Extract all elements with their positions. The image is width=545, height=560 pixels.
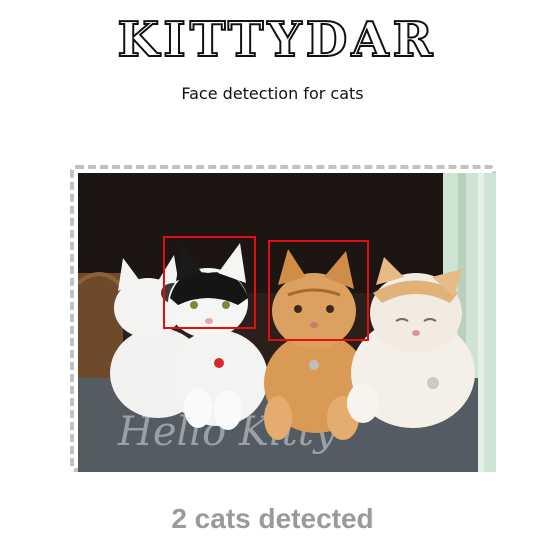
image-drop-zone[interactable]: Hello Kitty (70, 165, 496, 472)
logo-text: KITTYDAR (118, 12, 437, 65)
face-detection-box-1 (163, 236, 256, 329)
detection-status: 2 cats detected (171, 503, 374, 534)
kittydar-logo: KITTYDAR (115, 10, 440, 69)
face-detection-box-2 (268, 240, 369, 341)
tagline: Face detection for cats (181, 84, 364, 103)
